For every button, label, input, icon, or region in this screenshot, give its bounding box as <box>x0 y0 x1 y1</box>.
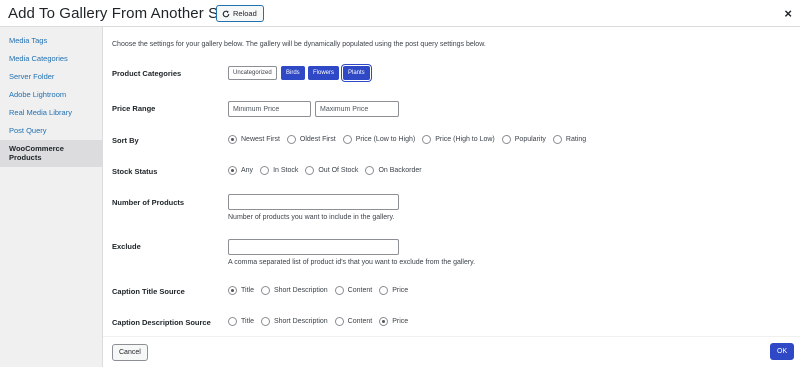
sort-option-rating[interactable]: Rating <box>552 135 587 144</box>
sort-option-newest-first[interactable]: Newest First <box>228 135 280 144</box>
reload-label: Reload <box>233 9 257 18</box>
stock-option-in-stock[interactable]: In Stock <box>260 166 298 175</box>
radio-button[interactable] <box>228 286 237 295</box>
cancel-button[interactable]: Cancel <box>112 344 148 361</box>
stock-option-any[interactable]: Any <box>228 166 253 175</box>
sort-by-label: Sort By <box>112 136 139 145</box>
caption-desc-option-content[interactable]: Content <box>334 317 373 326</box>
radio-button[interactable] <box>379 286 389 295</box>
reload-button[interactable]: Reload <box>216 5 264 22</box>
radio-button[interactable] <box>422 135 432 144</box>
intro-text: Choose the settings for your gallery bel… <box>112 41 486 48</box>
radio-button[interactable] <box>334 317 344 326</box>
radio-button[interactable] <box>342 135 352 144</box>
product-categories-label: Product Categories <box>112 69 182 78</box>
caption-desc-option-price[interactable]: Price <box>379 317 408 326</box>
radio-label: Rating <box>565 136 587 143</box>
sidebar-item-real-media-library[interactable]: Real Media Library <box>0 104 102 122</box>
stock-option-out-of-stock[interactable]: Out Of Stock <box>305 166 358 175</box>
radio-button[interactable] <box>228 317 237 326</box>
exclude-label: Exclude <box>112 242 141 251</box>
radio-label: Content <box>347 318 373 325</box>
ok-button[interactable]: OK <box>770 343 795 360</box>
number-of-products-input[interactable] <box>228 194 399 210</box>
caption-title-option-price[interactable]: Price <box>379 286 408 295</box>
sidebar-item-woocommerce-products[interactable]: WooCommerce Products <box>0 140 102 167</box>
sidebar-item-post-query[interactable]: Post Query <box>0 122 102 140</box>
source-sidebar: Media Tags Media Categories Server Folde… <box>0 27 103 367</box>
radio-label: Price <box>392 287 409 294</box>
stock-status-group: Any In Stock Out Of Stock On Backorder <box>228 166 429 175</box>
radio-label: Short Description <box>273 287 328 294</box>
caption-desc-option-short-description[interactable]: Short Description <box>260 317 328 326</box>
radio-button[interactable] <box>501 135 511 144</box>
category-chip-flowers[interactable]: Flowers <box>308 66 340 80</box>
category-chip-birds[interactable]: Birds <box>281 66 305 80</box>
caption-description-source-group: Title Short Description Content Price <box>228 317 415 326</box>
caption-title-option-short-description[interactable]: Short Description <box>260 286 328 295</box>
category-chip-plants[interactable]: Plants <box>343 66 370 80</box>
sort-by-group: Newest First Oldest First Price (Low to … <box>228 135 593 144</box>
settings-panel: Choose the settings for your gallery bel… <box>103 27 800 367</box>
radio-label: Oldest First <box>299 136 336 143</box>
stock-option-on-backorder[interactable]: On Backorder <box>365 166 422 175</box>
sidebar-item-media-tags[interactable]: Media Tags <box>0 32 102 50</box>
caption-title-option-content[interactable]: Content <box>334 286 373 295</box>
radio-button[interactable] <box>334 286 344 295</box>
footer-divider <box>103 336 800 337</box>
radio-label: Title <box>241 318 254 325</box>
reload-icon <box>222 10 230 17</box>
radio-label: Price <box>392 318 409 325</box>
max-price-input[interactable] <box>315 101 399 117</box>
radio-button[interactable] <box>379 317 389 326</box>
exclude-help: A comma separated list of product id's t… <box>228 259 476 266</box>
sort-option-popularity[interactable]: Popularity <box>501 135 546 144</box>
number-of-products-help: Number of products you want to include i… <box>228 214 395 221</box>
radio-button[interactable] <box>260 317 270 326</box>
stock-status-label: Stock Status <box>112 167 158 176</box>
radio-label: Content <box>347 287 373 294</box>
category-chip-uncategorized[interactable]: Uncategorized <box>228 66 277 80</box>
min-price-input[interactable] <box>228 101 311 117</box>
radio-button[interactable] <box>228 166 237 175</box>
sidebar-item-media-categories[interactable]: Media Categories <box>0 50 102 68</box>
radio-label: Newest First <box>241 136 280 143</box>
caption-title-source-label: Caption Title Source <box>112 287 185 296</box>
radio-button[interactable] <box>260 166 270 175</box>
caption-description-source-label: Caption Description Source <box>112 318 211 327</box>
sidebar-item-adobe-lightroom[interactable]: Adobe Lightroom <box>0 86 102 104</box>
modal-header: Add To Gallery From Another Source Reloa… <box>0 0 800 27</box>
sort-option-price-high-low[interactable]: Price (High to Low) <box>422 135 495 144</box>
caption-title-source-group: Title Short Description Content Price <box>228 286 415 295</box>
radio-button[interactable] <box>365 166 375 175</box>
radio-label: In Stock <box>273 167 299 174</box>
exclude-input[interactable] <box>228 239 399 255</box>
radio-button[interactable] <box>305 166 315 175</box>
sort-option-price-low-high[interactable]: Price (Low to High) <box>342 135 416 144</box>
radio-label: Title <box>241 287 254 294</box>
radio-label: Popularity <box>514 136 546 143</box>
number-of-products-label: Number of Products <box>112 198 185 207</box>
radio-label: Any <box>241 167 254 174</box>
radio-button[interactable] <box>260 286 270 295</box>
radio-label: On Backorder <box>378 167 422 174</box>
caption-desc-option-title[interactable]: Title <box>228 317 254 326</box>
radio-label: Short Description <box>273 318 328 325</box>
radio-label: Out Of Stock <box>318 167 359 174</box>
radio-button[interactable] <box>552 135 562 144</box>
sidebar-item-server-folder[interactable]: Server Folder <box>0 68 102 86</box>
close-icon[interactable]: × <box>784 6 792 21</box>
sort-option-oldest-first[interactable]: Oldest First <box>286 135 336 144</box>
radio-button[interactable] <box>286 135 296 144</box>
radio-button[interactable] <box>228 135 237 144</box>
price-range-label: Price Range <box>112 104 156 113</box>
caption-title-option-title[interactable]: Title <box>228 286 254 295</box>
radio-label: Price (Low to High) <box>355 136 416 143</box>
radio-label: Price (High to Low) <box>435 136 495 143</box>
